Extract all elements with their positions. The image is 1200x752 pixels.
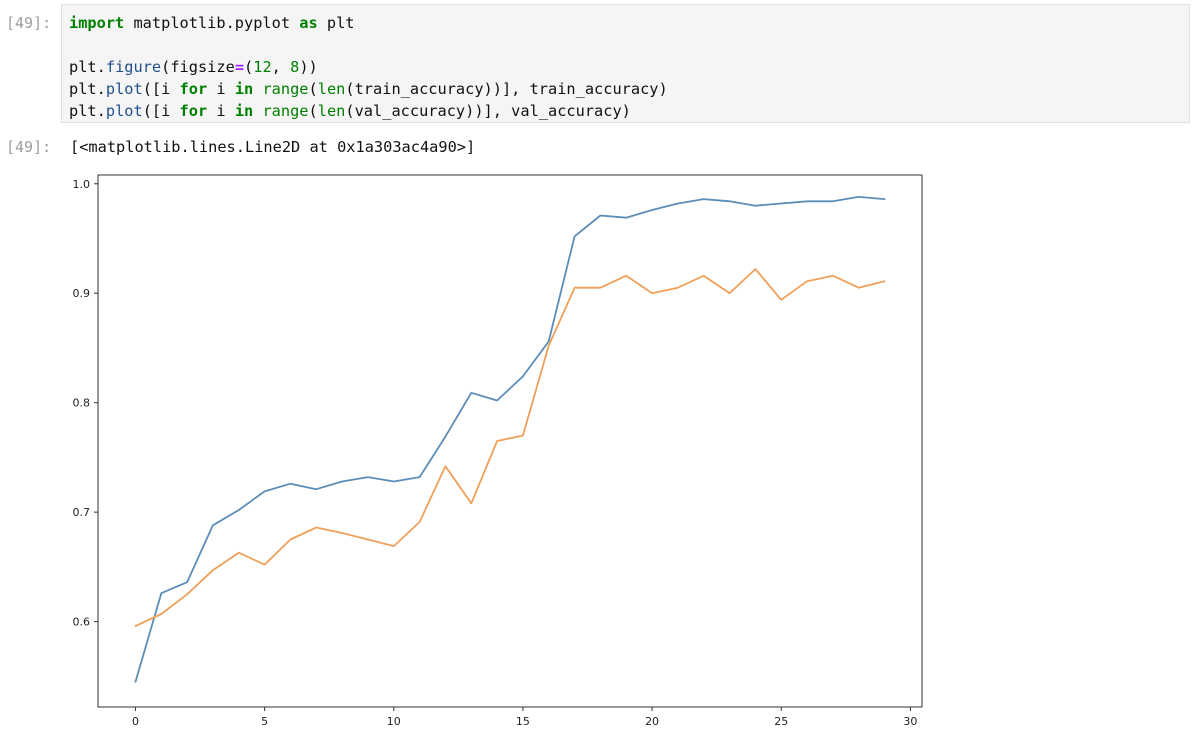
x-tick-label: 25 [774,715,788,728]
x-tick-label: 10 [387,715,401,728]
y-tick-label: 0.6 [73,616,91,629]
series-line-2 [134,268,886,627]
y-tick-label: 1.0 [73,178,91,191]
y-tick-label: 0.8 [73,397,91,410]
x-tick-label: 15 [516,715,530,728]
x-tick-label: 30 [903,715,917,728]
y-tick-label: 0.9 [73,287,91,300]
x-tick-label: 0 [132,715,139,728]
plot-frame [97,174,923,708]
line-chart: 0 5 10 15 20 25 30 0.6 0.7 0.8 0.9 1.0 [73,174,923,728]
x-tick-label: 5 [261,715,268,728]
x-tick-label: 20 [645,715,659,728]
series-line-1 [134,195,886,683]
y-tick-label: 0.7 [73,506,91,519]
